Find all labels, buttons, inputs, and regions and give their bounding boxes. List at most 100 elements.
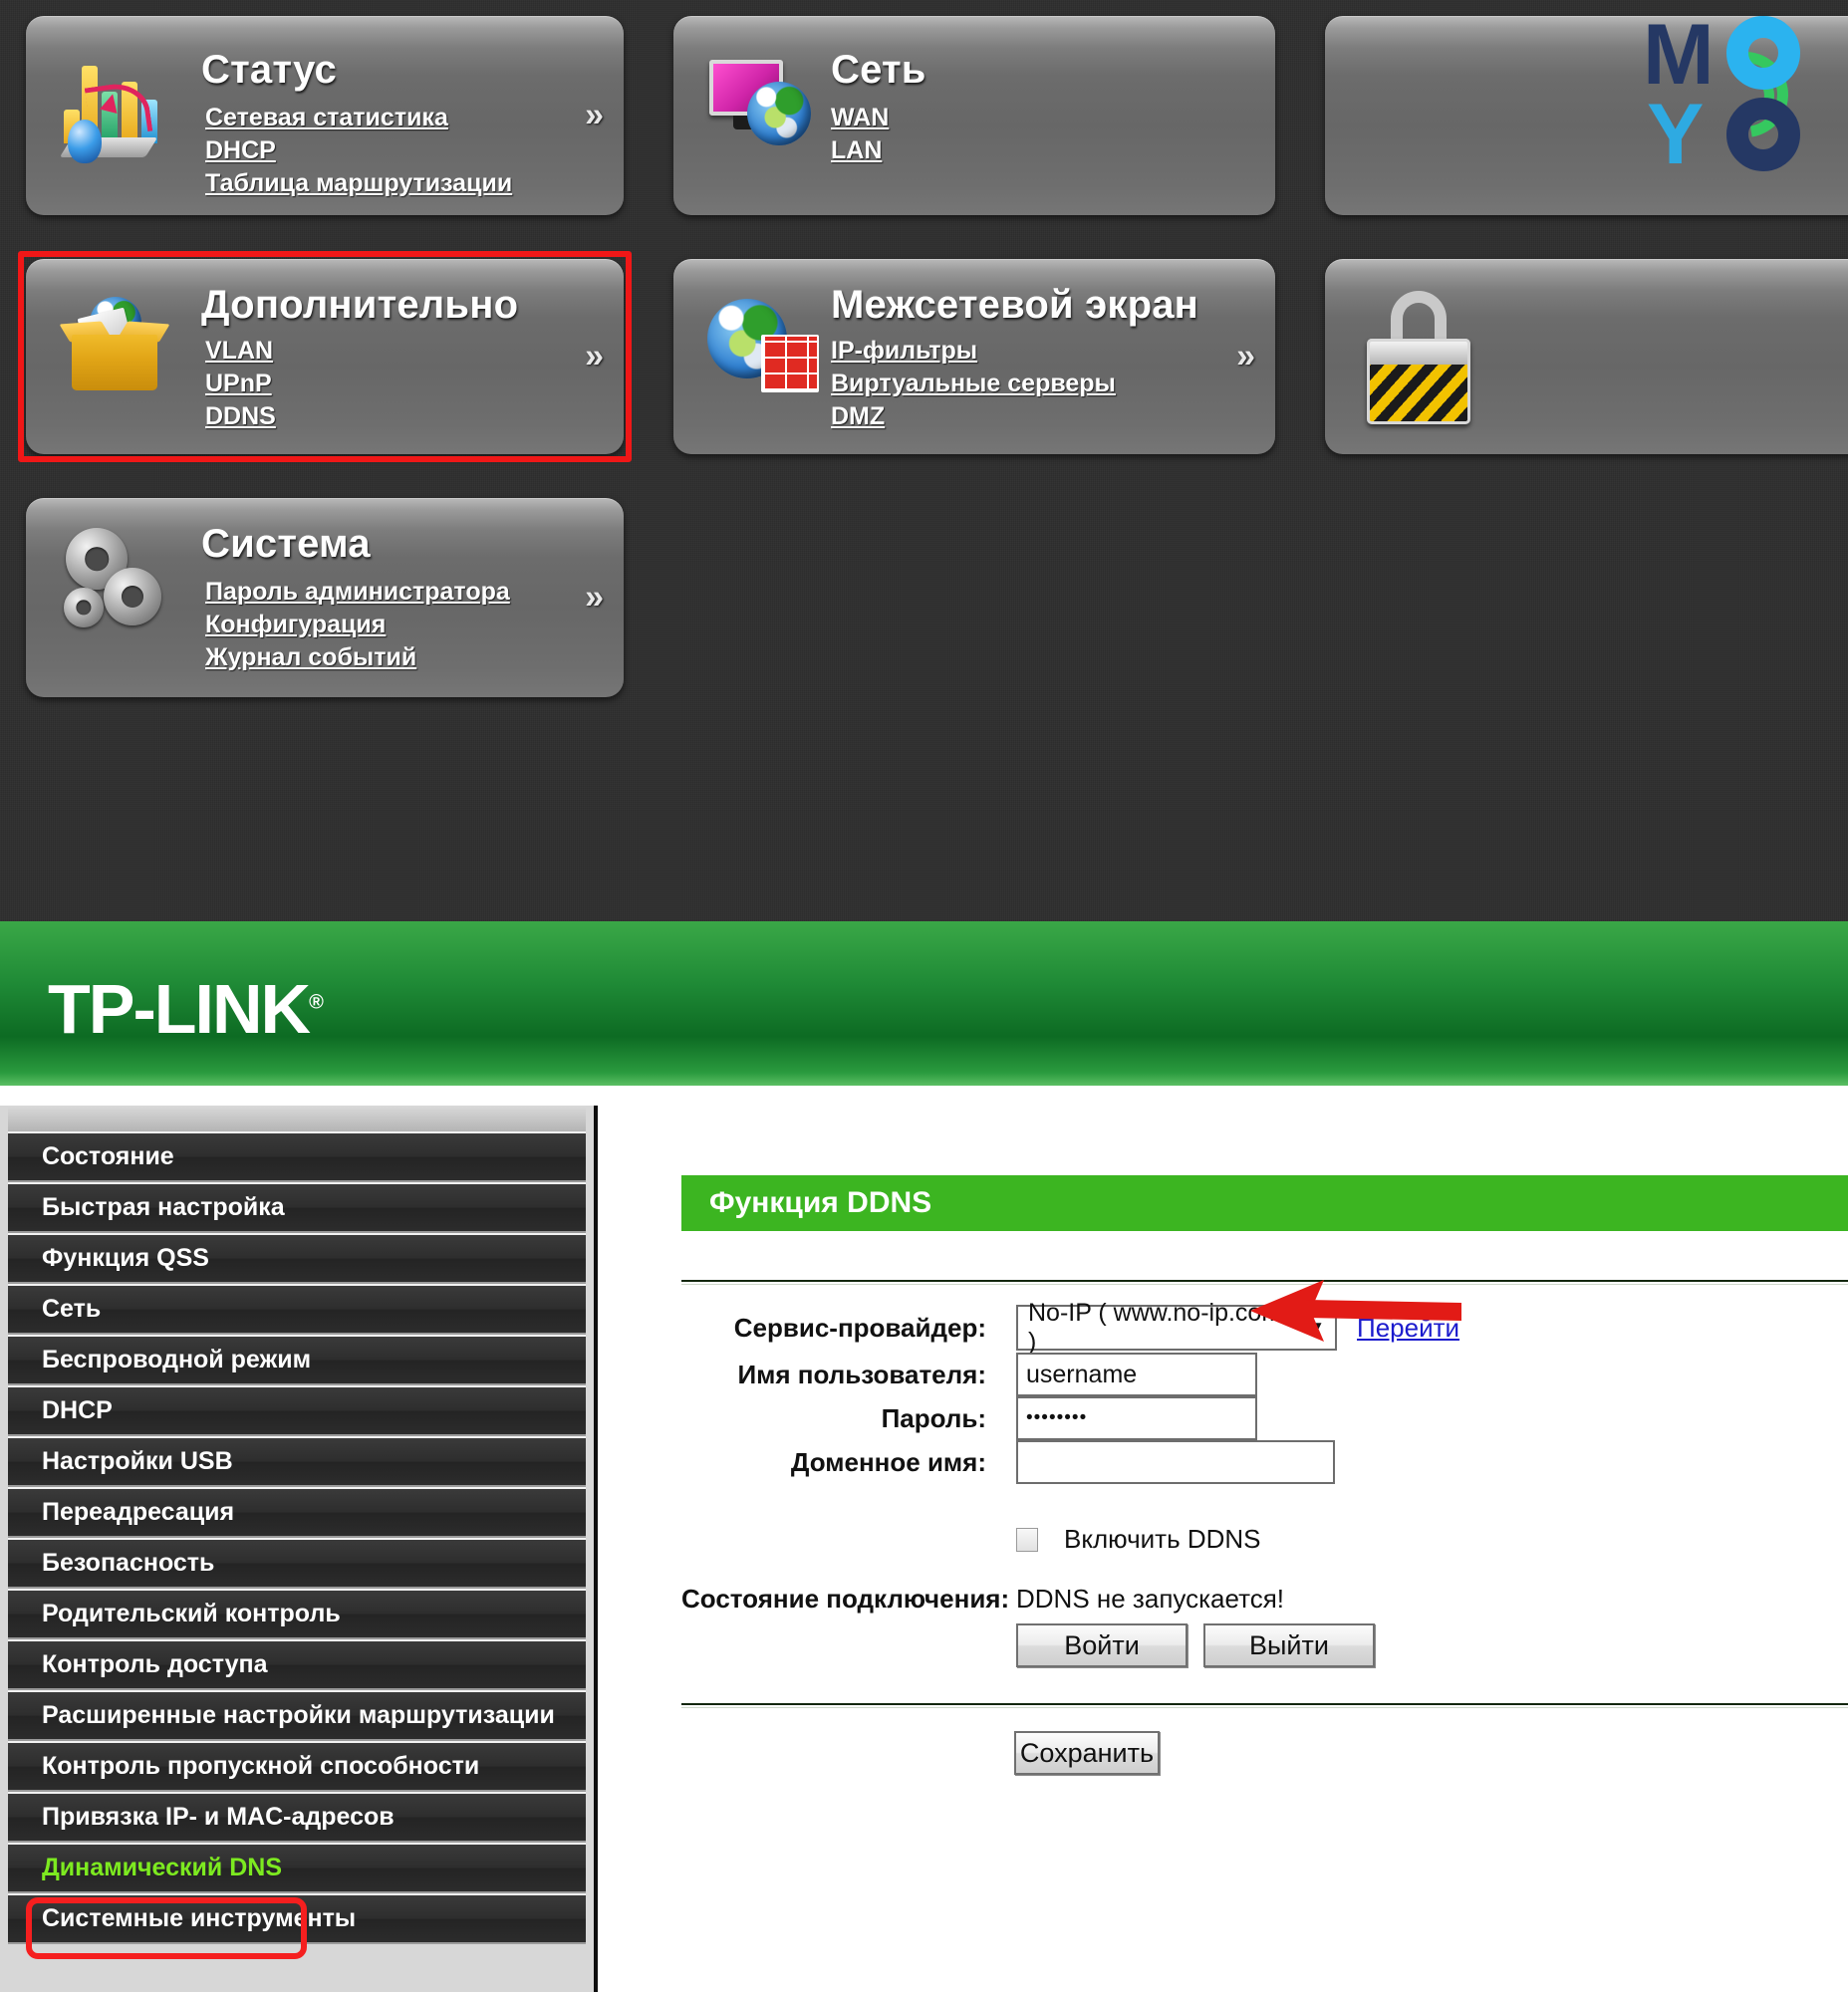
row-save: Сохранить [1014,1731,1160,1775]
sidebar-item-wireless[interactable]: Беспроводной режим [8,1335,586,1385]
domain-name-input[interactable] [1016,1440,1335,1484]
tplink-logo-text: TP-LINK [48,970,311,1048]
row-username: Имя пользователя: username [681,1353,1847,1396]
card-firewall[interactable]: Межсетевой экран IP-фильтры Виртуальные … [673,259,1275,454]
chevron-right-icon[interactable]: » [1236,338,1255,376]
link-lan[interactable]: LAN [831,136,882,164]
sidebar-item-label: DHCP [42,1396,113,1424]
card-partial-security[interactable] [1325,259,1848,454]
link-event-log[interactable]: Журнал событий [205,643,416,671]
chevron-right-icon[interactable]: » [585,97,604,135]
password-input[interactable]: •••••••• [1016,1396,1257,1440]
sidebar-item-label: Привязка IP- и MAC-адресов [42,1803,395,1831]
sidebar-item-dynamic-dns[interactable]: Динамический DNS [8,1843,586,1893]
sidebar-item-label: Контроль пропускной способности [42,1752,480,1780]
annotation-arrow-icon [1250,1280,1461,1342]
sidebar-item-label: Настройки USB [42,1447,233,1475]
logout-button[interactable]: Выйти [1203,1623,1375,1667]
sidebar-item-network[interactable]: Сеть [8,1284,586,1335]
sidebar-item-ip-mac-binding[interactable]: Привязка IP- и MAC-адресов [8,1792,586,1843]
link-upnp[interactable]: UPnP [205,370,272,397]
link-dmz[interactable]: DMZ [831,402,885,430]
sidebar-item-label: Динамический DNS [42,1854,283,1881]
link-virtual-servers[interactable]: Виртуальные серверы [831,370,1116,397]
card-system[interactable]: Система Пароль администратора Конфигурац… [26,498,624,697]
monitor-globe-icon [709,56,819,147]
card-status[interactable]: Статус Сетевая статистика DHCP Таблица м… [26,16,624,215]
card-title: Дополнительно [201,283,519,327]
link-ip-filters[interactable]: IP-фильтры [831,337,977,365]
sidebar-item-system-tools[interactable]: Системные инструменты [8,1893,586,1944]
sidebar-item-label: Расширенные настройки маршрутизации [42,1701,555,1729]
sidebar-item-security[interactable]: Безопасность [8,1538,586,1589]
connection-status-value: DDNS не запускается! [1016,1584,1285,1614]
connection-status-label: Состояние подключения: [681,1584,1010,1614]
sidebar-item-advanced-routing[interactable]: Расширенные настройки маршрутизации [8,1690,586,1741]
username-value: username [1026,1360,1138,1388]
tplink-header: TP-LINK® [0,921,1848,1086]
padlock-icon [1367,291,1470,424]
link-vlan[interactable]: VLAN [205,337,273,365]
dlink-dashboard-screenshot: Статус Сетевая статистика DHCP Таблица м… [0,0,1848,921]
ddns-section-banner: Функция DDNS [681,1175,1848,1231]
sidebar-item-status[interactable]: Состояние [8,1131,586,1182]
sidebar-item-label: Быстрая настройка [42,1193,285,1221]
sidebar-item-qss[interactable]: Функция QSS [8,1233,586,1284]
link-configuration[interactable]: Конфигурация [205,611,386,638]
link-ddns[interactable]: DDNS [205,402,276,430]
card-title: Межсетевой экран [831,283,1199,327]
sidebar-item-quick-setup[interactable]: Быстрая настройка [8,1182,586,1233]
card-links: Сетевая статистика DHCP Таблица маршрути… [205,106,512,204]
link-wan[interactable]: WAN [831,104,889,131]
card-links: Пароль администратора Конфигурация Журна… [205,580,510,678]
sidebar-top-cap [8,1106,586,1131]
link-admin-password[interactable]: Пароль администратора [205,578,510,606]
card-advanced[interactable]: Дополнительно VLAN UPnP DDNS » [26,259,624,454]
tplink-logo: TP-LINK® [48,969,324,1049]
row-enable-ddns: Включить DDNS [1016,1524,1261,1555]
chevron-right-icon[interactable]: » [585,338,604,376]
row-password: Пароль: •••••••• [681,1396,1847,1440]
card-links: WAN LAN [831,106,889,171]
link-network-stats[interactable]: Сетевая статистика [205,104,448,131]
moyo-logo: M Y [1643,6,1822,185]
link-routing-table[interactable]: Таблица маршрутизации [205,169,512,197]
card-network[interactable]: Сеть WAN LAN [673,16,1275,215]
moyo-letter-o-bottom [1726,98,1800,171]
row-connection-status: Состояние подключения: DDNS не запускает… [681,1584,1847,1615]
sidebar-item-bandwidth-control[interactable]: Контроль пропускной способности [8,1741,586,1792]
card-links: VLAN UPnP DDNS [205,339,276,437]
service-provider-label: Сервис-провайдер: [733,1312,986,1343]
sidebar-item-label: Сеть [42,1295,102,1323]
moyo-letter-o-top [1726,16,1800,90]
enable-ddns-label: Включить DDNS [1064,1524,1261,1554]
registered-mark-icon: ® [309,991,324,1014]
row-domain-name: Доменное имя: [681,1440,1848,1484]
sidebar-item-label: Системные инструменты [42,1904,357,1932]
chevron-right-icon[interactable]: » [585,579,604,618]
enable-ddns-checkbox[interactable] [1016,1527,1038,1552]
sidebar-item-label: Контроль доступа [42,1650,268,1678]
sidebar-item-forwarding[interactable]: Переадресация [8,1487,586,1538]
username-label: Имя пользователя: [737,1359,986,1389]
sidebar-item-usb-settings[interactable]: Настройки USB [8,1436,586,1487]
sidebar-item-label: Родительский контроль [42,1600,341,1627]
moyo-letter-m: M [1643,7,1715,103]
card-links: IP-фильтры Виртуальные серверы DMZ [831,339,1116,437]
username-input[interactable]: username [1016,1353,1257,1396]
login-button[interactable]: Войти [1016,1623,1188,1667]
sidebar-item-parental-control[interactable]: Родительский контроль [8,1589,586,1639]
save-button[interactable]: Сохранить [1014,1731,1160,1775]
sidebar-item-label: Беспроводной режим [42,1346,312,1373]
sidebar-item-label: Функция QSS [42,1244,209,1272]
password-label: Пароль: [881,1402,986,1433]
sidebar-item-dhcp[interactable]: DHCP [8,1385,586,1436]
card-title: Сеть [831,48,926,92]
card-title: Система [201,522,371,566]
ddns-section-title: Функция DDNS [709,1186,932,1219]
sidebar-item-access-control[interactable]: Контроль доступа [8,1639,586,1690]
card-title: Статус [201,48,338,92]
sidebar-nav: Состояние Быстрая настройка Функция QSS … [0,1106,598,1992]
link-dhcp[interactable]: DHCP [205,136,276,164]
password-value: •••••••• [1026,1407,1088,1428]
